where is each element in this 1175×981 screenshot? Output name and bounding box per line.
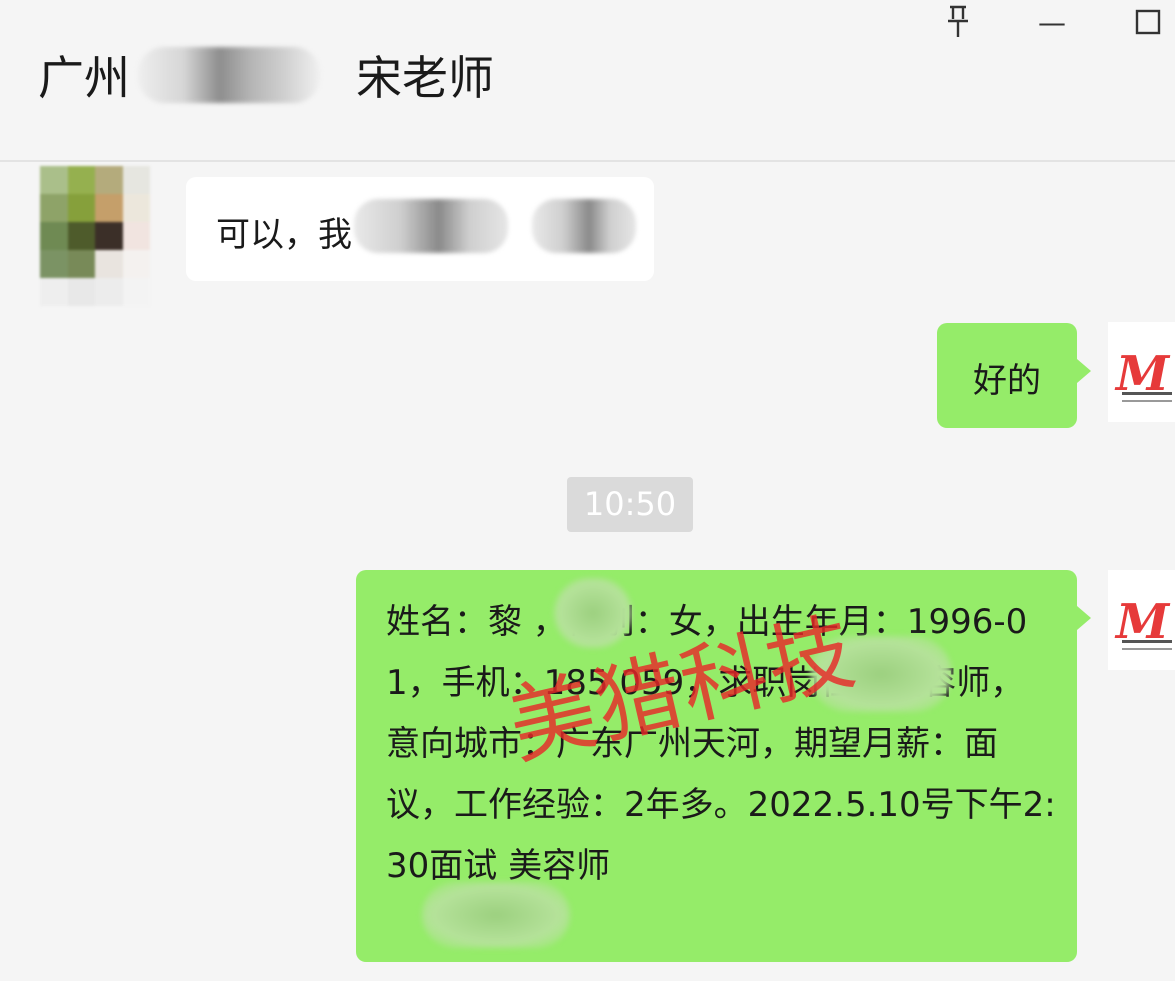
minimize-icon[interactable]: — [1030,0,1074,44]
chat-header: 广州 宋老师 — [0,0,1175,162]
maximize-icon[interactable] [1126,0,1170,44]
chat-title-name: 宋老师 [356,51,494,105]
message-timestamp: 10:50 [567,477,693,532]
self-avatar[interactable]: M [1108,322,1175,422]
incoming-message-text: 可以，我 [216,215,352,255]
redacted-mask [138,47,320,103]
chat-title: 广州 宋老师 [38,44,494,106]
incoming-message-bubble[interactable]: 可以，我 [186,177,654,281]
self-avatar[interactable]: M [1108,570,1175,670]
redacted-mask [532,199,636,253]
pin-icon[interactable] [936,0,980,44]
contact-avatar[interactable] [40,166,150,306]
outgoing-message-bubble[interactable]: 好的 [937,323,1091,428]
outgoing-message-text: 好的 [973,361,1041,401]
redacted-mask [354,199,508,253]
chat-title-prefix: 广州 [38,51,130,105]
redacted-mask [422,882,570,948]
